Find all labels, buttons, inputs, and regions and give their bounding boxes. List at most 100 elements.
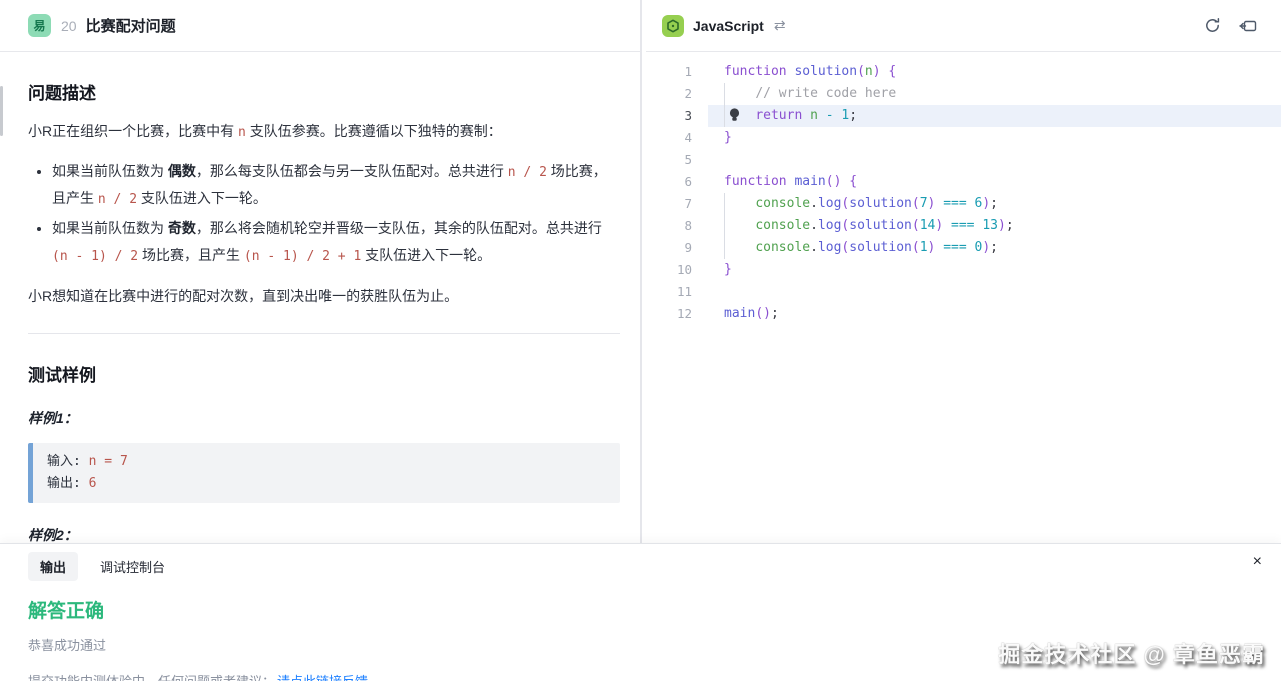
samples-heading: 测试样例	[28, 361, 620, 386]
problem-closing: 小R想知道在比赛中进行的配对次数，直到决出唯一的获胜队伍为止。	[28, 285, 620, 309]
code-line[interactable]: 1function solution(n) {	[646, 61, 1281, 83]
code-content: console.log(solution(7) === 6);	[708, 193, 1281, 215]
rule-even: 如果当前队伍数为 偶数，那么每支队伍都会与另一支队伍配对。总共进行 n / 2 …	[52, 158, 620, 213]
code-content: function solution(n) {	[708, 61, 1281, 83]
code-token: {	[849, 174, 857, 189]
code-token: -	[826, 108, 834, 123]
code-line[interactable]: 5	[646, 149, 1281, 171]
code-token: }	[724, 262, 732, 277]
code-line[interactable]: 2 // write code here	[646, 83, 1281, 105]
close-output-icon[interactable]: ×	[1253, 554, 1262, 570]
problem-header: 易 20 比赛配对问题	[0, 0, 640, 52]
code-token	[967, 196, 975, 211]
description-heading: 问题描述	[28, 79, 620, 104]
feedback-text: 提交功能内测体验中，任何问题或者建议：	[28, 674, 275, 681]
sample1-output: 输出: 6	[47, 473, 606, 495]
code-token: (	[857, 64, 865, 79]
code-token: )	[982, 196, 990, 211]
code-token: console	[755, 196, 810, 211]
sample1-label: 样例1：	[28, 408, 620, 428]
tab-output[interactable]: 输出	[28, 552, 78, 581]
code-token: solution	[849, 240, 912, 255]
code-token: )	[873, 64, 881, 79]
code-line[interactable]: 11	[646, 281, 1281, 303]
code-token: .	[810, 196, 818, 211]
code-token: function	[724, 174, 787, 189]
code-token	[724, 86, 755, 101]
code-line[interactable]: 7 console.log(solution(7) === 6);	[646, 193, 1281, 215]
code-token: // write code here	[755, 86, 896, 101]
section-divider	[28, 333, 620, 334]
code-line[interactable]: 4}	[646, 127, 1281, 149]
code-content	[708, 281, 1281, 303]
line-number: 9	[646, 237, 708, 259]
reset-code-icon[interactable]	[1204, 17, 1221, 34]
code-token: ===	[943, 196, 966, 211]
line-number: 8	[646, 215, 708, 237]
text: 支队伍进入下一轮。	[137, 190, 267, 206]
code-token: solution	[794, 64, 857, 79]
code-token: main	[724, 306, 755, 321]
code-token: n	[865, 64, 873, 79]
sample1-input: 输入: n = 7	[47, 451, 606, 473]
code-line[interactable]: 8 console.log(solution(14) === 13);	[646, 215, 1281, 237]
text: 支队伍进入下一轮。	[361, 247, 491, 263]
tab-debug-console[interactable]: 调试控制台	[100, 557, 165, 576]
code-token	[724, 196, 755, 211]
inline-code: n / 2	[98, 192, 137, 207]
code-token: solution	[849, 218, 912, 233]
code-token: (	[912, 218, 920, 233]
code-token: 1	[920, 240, 928, 255]
code-token	[802, 108, 810, 123]
code-token: console	[755, 218, 810, 233]
text: ，那么每支队伍都会与另一支队伍配对。总共进行	[196, 163, 508, 179]
line-number: 3	[646, 105, 708, 127]
rule-odd: 如果当前队伍数为 奇数，那么将会随机轮空并晋级一支队伍，其余的队伍配对。总共进行…	[52, 215, 620, 270]
code-line[interactable]: 6function main() {	[646, 171, 1281, 193]
code-token: ()	[826, 174, 842, 189]
code-line[interactable]: 3 return n - 1;	[646, 105, 1281, 127]
code-editor[interactable]: 1function solution(n) {2 // write code h…	[646, 52, 1281, 325]
inline-code: (n - 1) / 2	[52, 249, 138, 264]
text: 如果当前队伍数为	[52, 163, 168, 179]
rules-list: 如果当前队伍数为 偶数，那么每支队伍都会与另一支队伍配对。总共进行 n / 2 …	[34, 158, 620, 269]
code-line[interactable]: 12main();	[646, 303, 1281, 325]
code-token: log	[818, 218, 841, 233]
code-token: ()	[755, 306, 771, 321]
code-token: }	[724, 130, 732, 145]
problem-intro: 小R正在组织一个比赛，比赛中有 n 支队伍参赛。比赛遵循以下独特的赛制：	[28, 120, 620, 144]
line-number: 4	[646, 127, 708, 149]
code-content: return n - 1;	[708, 105, 1281, 127]
code-line[interactable]: 9 console.log(solution(1) === 0);	[646, 237, 1281, 259]
code-token: log	[818, 196, 841, 211]
inline-code: n / 2	[508, 165, 547, 180]
problem-body: 问题描述 小R正在组织一个比赛，比赛中有 n 支队伍参赛。比赛遵循以下独特的赛制…	[0, 79, 640, 620]
text: 小R正在组织一个比赛，比赛中有	[28, 123, 238, 139]
text: ，那么将会随机轮空并晋级一支队伍，其余的队伍配对。总共进行	[196, 220, 602, 236]
code-token: (	[912, 196, 920, 211]
feedback-note: 提交功能内测体验中，任何问题或者建议：请点此链接反馈	[28, 671, 1253, 681]
collapse-panel-icon[interactable]	[1239, 18, 1257, 34]
code-token: 13	[982, 218, 998, 233]
text: 如果当前队伍数为	[52, 220, 168, 236]
left-scrollbar-thumb[interactable]	[0, 86, 3, 136]
code-token: ;	[1006, 218, 1014, 233]
code-content: function main() {	[708, 171, 1281, 193]
code-content: // write code here	[708, 83, 1281, 105]
code-content: }	[708, 127, 1281, 149]
line-number: 6	[646, 171, 708, 193]
text: 场比赛，且产生	[138, 247, 244, 263]
bold-text: 偶数	[168, 163, 196, 179]
language-selector[interactable]: JavaScript	[693, 18, 764, 34]
switch-language-icon[interactable]: ⇄	[774, 17, 786, 34]
code-line[interactable]: 10}	[646, 259, 1281, 281]
line-number: 2	[646, 83, 708, 105]
code-token: console	[755, 240, 810, 255]
code-token	[935, 240, 943, 255]
line-number: 11	[646, 281, 708, 303]
code-token: )	[982, 240, 990, 255]
feedback-link[interactable]: 请点此链接反馈	[277, 674, 368, 681]
code-token: .	[810, 240, 818, 255]
input-label: 输入:	[47, 454, 81, 469]
editor-header: JavaScript ⇄	[646, 0, 1281, 52]
